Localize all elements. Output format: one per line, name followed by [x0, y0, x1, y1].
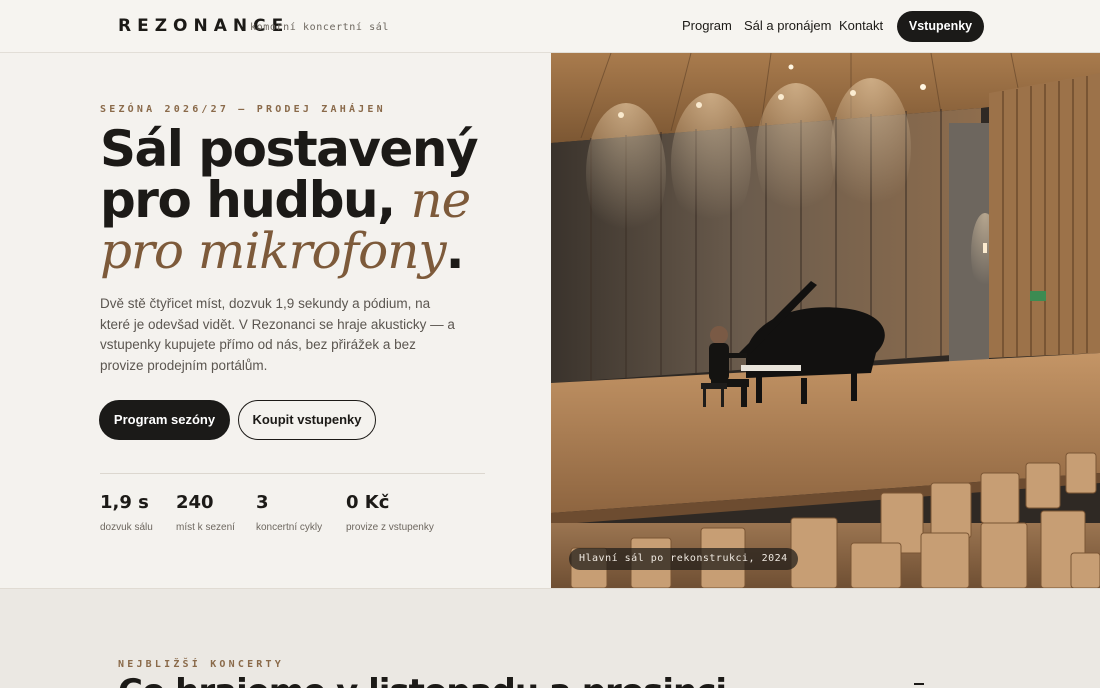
stat-label: provize z vstupenky [346, 522, 434, 533]
upcoming-title: Co hrajeme v listopadu a prosinci [118, 672, 727, 688]
tickets-button[interactable]: Vstupenky [897, 11, 984, 42]
hero-headline: Sál postavený pro hudbu, ne pro mikrofon… [100, 124, 520, 277]
stat-reverb: 1,9 s dozvuk sálu [100, 492, 153, 533]
season-program-button[interactable]: Program sezóny [99, 400, 230, 440]
buy-tickets-button[interactable]: Koupit vstupenky [238, 400, 376, 440]
upcoming-eyebrow: NEJBLIŽŠÍ KONCERTY [118, 659, 284, 670]
concert-hall-illustration [551, 53, 1100, 588]
stat-cycles: 3 koncertní cykly [256, 492, 322, 533]
headline-period: . [445, 222, 465, 280]
stat-label: dozvuk sálu [100, 522, 153, 533]
arrow-icon[interactable] [914, 683, 924, 688]
nav-hall-rental-link[interactable]: Sál a pronájem [744, 18, 831, 33]
site-tagline: komorní koncertní sál [250, 22, 390, 33]
stat-commission: 0 Kč provize z vstupenky [346, 492, 434, 533]
stat-seats: 240 míst k sezení [176, 492, 235, 533]
stat-label: míst k sezení [176, 522, 235, 533]
image-caption: Hlavní sál po rekonstrukci, 2024 [569, 548, 798, 570]
nav-contact-link[interactable]: Kontakt [839, 18, 883, 33]
site-header: REZONANCE komorní koncertní sál Program … [0, 0, 1100, 53]
stat-value: 240 [176, 492, 214, 513]
season-eyebrow: SEZÓNA 2026/27 — PRODEJ ZAHÁJEN [100, 104, 386, 115]
hero-description: Dvě stě čtyřicet míst, dozvuk 1,9 sekund… [100, 296, 455, 373]
nav-program-link[interactable]: Program [682, 18, 732, 33]
stat-value: 3 [256, 492, 269, 513]
stat-label: koncertní cykly [256, 522, 323, 533]
stats-divider [100, 473, 485, 474]
stat-value: 0 Kč [346, 492, 390, 513]
concert-hall-photo [551, 53, 1100, 588]
stat-value: 1,9 s [100, 492, 149, 513]
